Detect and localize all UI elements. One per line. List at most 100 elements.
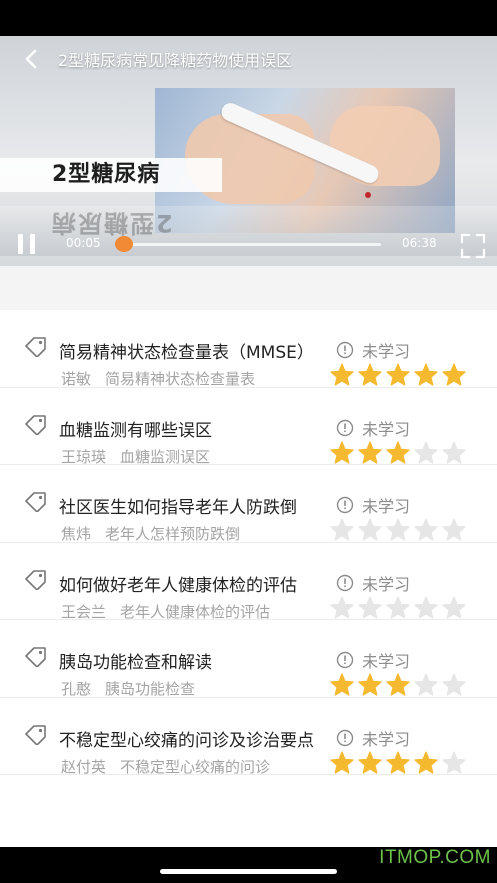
course-title: 社区医生如何指导老年人防跌倒 [59,498,297,518]
info-icon [336,419,354,437]
star-filled-icon [414,750,441,775]
tag-icon [24,414,48,436]
star-filled-icon [358,363,385,387]
status-text: 未学习 [362,729,411,749]
course-meta: 孔憨 胰岛功能检查 [61,678,325,699]
star-filled-icon [386,673,413,697]
info-icon [336,651,354,669]
rating-stars [330,595,470,620]
info-icon [336,574,354,592]
course-item[interactable]: 简易精神状态检查量表（MMSE） 诺敏 简易精神状态检查量表 未学习 [0,310,497,388]
video-header: 2型糖尿病常见降糖药物使用误区 [18,44,292,74]
star-empty-icon [358,518,385,542]
progress-thumb[interactable] [115,236,134,252]
course-title: 不稳定型心绞痛的问诊及诊治要点 [59,730,314,751]
course-title: 如何做好老年人健康体检的评估 [59,575,297,596]
status-bar [0,0,497,36]
course-meta: 诺敏 简易精神状态检查量表 [61,368,325,389]
video-player[interactable]: 2型糖尿病 2型糖尿病 2型糖尿病常见降糖药物使用误区 00:05 06:38 [0,36,497,266]
status-text: 未学习 [362,652,411,671]
course-subtitle: 老年人怎样预防跌倒 [105,525,241,543]
star-empty-icon [442,673,469,697]
star-empty-icon [442,440,469,465]
star-empty-icon [386,518,413,542]
tag-icon [24,492,48,513]
course-meta: 赵付英 不稳定型心绞痛的问诊 [61,756,325,777]
star-empty-icon [330,518,357,542]
status-text: 未学习 [362,419,411,439]
status-text: 未学习 [362,574,411,594]
fullscreen-icon[interactable] [460,233,486,259]
study-status: 未学习 [336,338,410,362]
course-item[interactable]: 如何做好老年人健康体检的评估 王会兰 老年人健康体检的评估 未学习 [0,543,497,621]
info-icon [336,341,354,359]
section-gap [0,266,497,310]
course-subtitle: 简易精神状态检查量表 [105,370,256,388]
back-arrow-icon[interactable] [18,46,44,72]
star-filled-icon [386,440,413,465]
course-item[interactable]: 不稳定型心绞痛的问诊及诊治要点 赵付英 不稳定型心绞痛的问诊 未学习 [0,698,497,776]
star-empty-icon [414,673,441,697]
watermark: ITMOP.COM [379,847,491,868]
status-text: 未学习 [362,497,411,516]
rating-stars [330,363,470,387]
rating-stars [330,518,470,542]
star-empty-icon [442,595,469,620]
home-indicator[interactable] [160,869,337,874]
course-teacher: 王琼瑛 [61,447,107,466]
star-empty-icon [386,595,413,620]
course-teacher: 诺敏 [61,370,92,388]
status-text: 未学习 [362,342,411,361]
course-title: 胰岛功能检查和解读 [59,653,212,673]
course-item[interactable]: 胰岛功能检查和解读 孔憨 胰岛功能检查 未学习 [0,620,497,698]
star-empty-icon [414,518,441,542]
tag-icon [24,569,48,591]
course-teacher: 焦炜 [61,525,92,543]
star-empty-icon [442,750,469,775]
total-time: 06:38 [402,236,437,250]
star-empty-icon [442,518,469,542]
course-subtitle: 血糖监测误区 [120,447,211,466]
course-meta: 王会兰 老年人健康体检的评估 [61,601,325,622]
course-teacher: 王会兰 [61,602,107,621]
star-filled-icon [330,363,357,387]
star-filled-icon [330,673,357,697]
star-filled-icon [330,750,357,775]
course-meta: 王琼瑛 血糖监测误区 [61,446,325,467]
star-filled-icon [414,363,441,387]
star-filled-icon [386,750,413,775]
star-filled-icon [330,440,357,465]
progress-track[interactable] [115,243,381,246]
star-empty-icon [414,440,441,465]
course-item[interactable]: 社区医生如何指导老年人防跌倒 焦炜 老年人怎样预防跌倒 未学习 [0,465,497,543]
study-status: 未学习 [336,726,410,750]
study-status: 未学习 [336,416,410,440]
star-empty-icon [414,595,441,620]
course-subtitle: 胰岛功能检查 [105,680,196,698]
info-icon [336,496,354,514]
study-status: 未学习 [336,648,410,672]
study-status: 未学习 [336,571,410,595]
star-filled-icon [358,750,385,775]
course-teacher: 赵付英 [61,757,107,776]
course-subtitle: 不稳定型心绞痛的问诊 [120,757,271,776]
banner-text: 2型糖尿病 [52,162,161,187]
rating-stars [330,440,470,465]
star-empty-icon [358,595,385,620]
course-teacher: 孔憨 [61,680,92,698]
star-filled-icon [386,363,413,387]
star-filled-icon [442,363,469,387]
star-empty-icon [330,595,357,620]
video-controls: 00:05 06:38 [0,228,497,266]
tag-icon [24,724,48,746]
course-meta: 焦炜 老年人怎样预防跌倒 [61,523,325,544]
course-title: 简易精神状态检查量表（MMSE） [59,343,314,363]
star-filled-icon [358,673,385,697]
course-item[interactable]: 血糖监测有哪些误区 王琼瑛 血糖监测误区 未学习 [0,388,497,466]
rating-stars [330,673,470,697]
course-title: 血糖监测有哪些误区 [59,420,212,441]
pause-icon[interactable] [17,234,39,256]
course-subtitle: 老年人健康体检的评估 [120,602,271,621]
video-title: 2型糖尿病常见降糖药物使用误区 [58,51,293,70]
study-status: 未学习 [336,493,410,517]
